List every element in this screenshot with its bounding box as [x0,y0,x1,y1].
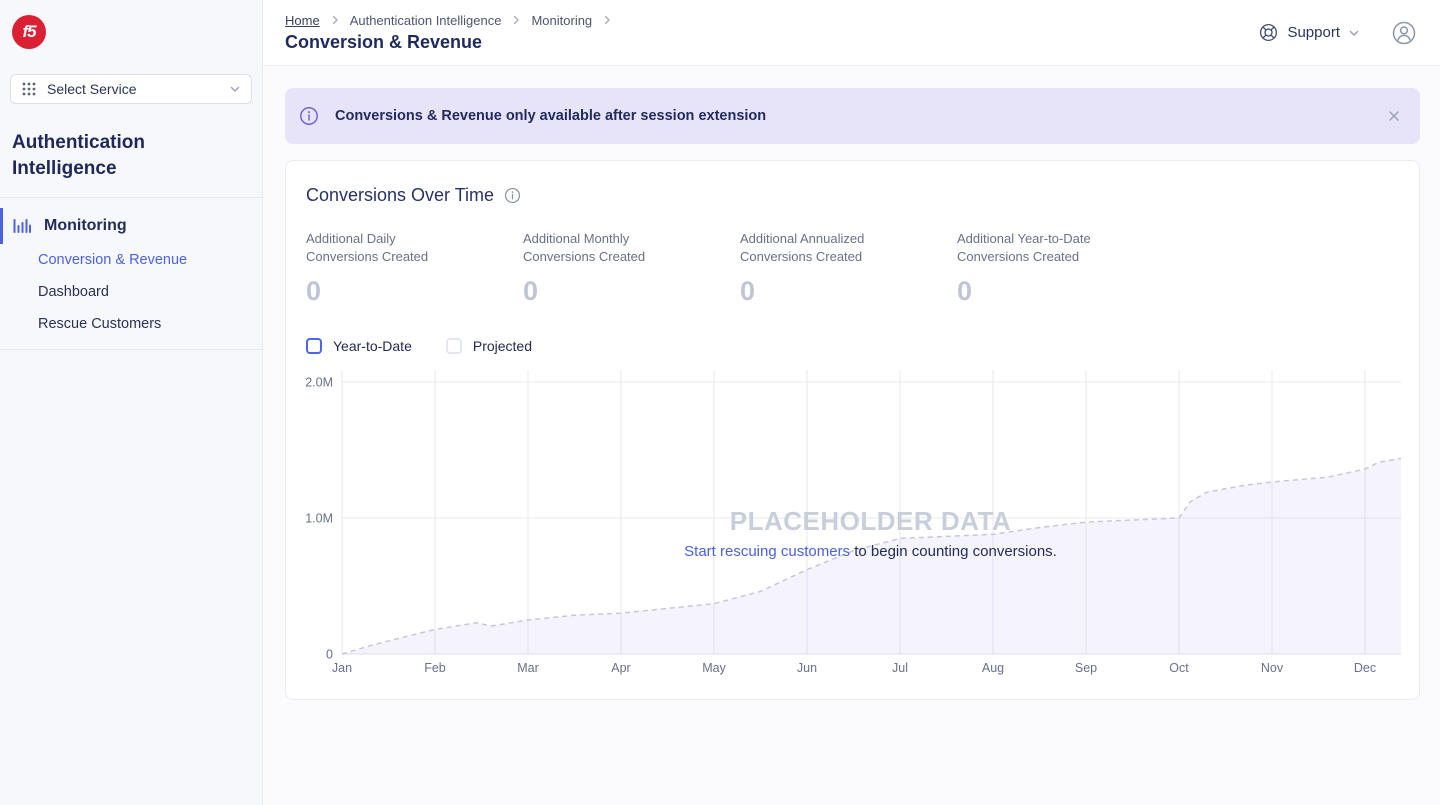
service-selector-label: Select Service [47,81,136,97]
conversions-chart: Jan Feb Mar Apr May Jun Jul Aug Sep Oct Nov Dec 0 1.0… [306,370,1399,687]
header-left: Home Authentication Intelligence Monitor… [285,13,613,53]
x-axis-label: Feb [424,661,446,675]
lifebuoy-icon [1258,22,1279,43]
page-content: Conversions & Revenue only available aft… [263,66,1440,805]
stat-additional-monthly: Additional Monthly Conversions Created 0 [523,230,740,307]
stat-label: Additional Annualized Conversions Create… [740,230,900,266]
sidebar-section-monitoring[interactable]: Monitoring [0,208,262,244]
chart-placeholder-overlay: PLACEHOLDER DATA Start rescuing customer… [342,506,1399,560]
grid-icon [21,81,37,97]
page-title: Conversion & Revenue [285,32,613,53]
f5-logo: f5 [12,15,46,49]
x-axis-label: Dec [1354,661,1376,675]
x-axis-label: Jun [797,661,817,675]
y-axis-label: 0 [326,648,333,662]
y-axis-label: 1.0M [306,512,333,526]
stat-label: Additional Daily Conversions Created [306,230,466,266]
stats-row: Additional Daily Conversions Created 0 A… [306,230,1399,307]
chevron-right-icon [510,14,522,26]
stat-value: 0 [957,276,1174,307]
placeholder-title: PLACEHOLDER DATA [342,506,1399,537]
app-root: f5 Select Service Authentication Intelli… [0,0,1440,805]
breadcrumb-auth-intelligence[interactable]: Authentication Intelligence [350,13,502,28]
y-axis-label: 2.0M [306,376,333,390]
sidebar: f5 Select Service Authentication Intelli… [0,0,263,805]
x-axis-label: Jul [892,661,908,675]
info-icon [299,106,319,126]
x-axis-label: Sep [1075,661,1097,675]
chevron-down-icon [229,83,241,95]
sidebar-section-label: Monitoring [44,217,127,235]
banner-message: Conversions & Revenue only available aft… [335,108,766,124]
projected-checkbox[interactable] [446,338,462,354]
x-axis-label: May [702,661,726,675]
start-rescuing-customers-link[interactable]: Start rescuing customers [684,543,850,560]
stat-additional-annualized: Additional Annualized Conversions Create… [740,230,957,307]
support-label: Support [1287,24,1340,41]
filter-label: Year-to-Date [333,338,412,354]
f5-logo-text: f5 [22,22,35,42]
stat-value: 0 [523,276,740,307]
close-icon[interactable] [1388,110,1400,122]
filter-year-to-date: Year-to-Date [306,338,412,354]
chevron-right-icon [329,14,341,26]
info-icon[interactable] [504,187,521,204]
conversions-over-time-card: Conversions Over Time Additional Daily C… [285,160,1420,700]
x-axis-label: Nov [1261,661,1284,675]
stat-label: Additional Year-to-Date Conversions Crea… [957,230,1117,266]
card-title: Conversions Over Time [306,185,494,206]
breadcrumb-home-link[interactable]: Home [285,13,320,28]
stat-value: 0 [740,276,957,307]
user-avatar-button[interactable] [1390,19,1418,47]
stat-additional-ytd: Additional Year-to-Date Conversions Crea… [957,230,1174,307]
x-axis-label: Mar [517,661,539,675]
support-menu[interactable]: Support [1258,22,1360,43]
stat-value: 0 [306,276,523,307]
placeholder-note-rest: to begin counting conversions. [850,543,1057,560]
sidebar-app-title: Authentication Intelligence [12,130,246,182]
header-right: Support [1258,19,1418,47]
x-axis-label: Jan [332,661,352,675]
stat-additional-daily: Additional Daily Conversions Created 0 [306,230,523,307]
year-to-date-checkbox[interactable] [306,338,322,354]
stat-label: Additional Monthly Conversions Created [523,230,683,266]
placeholder-note: Start rescuing customers to begin counti… [342,543,1399,560]
breadcrumb-monitoring[interactable]: Monitoring [531,13,592,28]
sidebar-item-rescue-customers[interactable]: Rescue Customers [0,308,262,340]
main-area: Home Authentication Intelligence Monitor… [263,0,1440,805]
page-header: Home Authentication Intelligence Monitor… [263,0,1440,66]
chart-filters: Year-to-Date Projected [306,338,1399,354]
sidebar-item-conversion-revenue[interactable]: Conversion & Revenue [0,244,262,276]
breadcrumb: Home Authentication Intelligence Monitor… [285,13,613,28]
chevron-down-icon [1348,27,1360,39]
x-axis-label: Apr [611,661,630,675]
filter-label: Projected [473,338,532,354]
bar-chart-icon [12,216,32,236]
x-axis-label: Aug [982,661,1004,675]
filter-projected: Projected [446,338,532,354]
x-axis-label: Oct [1169,661,1189,675]
sidebar-divider [0,197,262,198]
sidebar-item-dashboard[interactable]: Dashboard [0,276,262,308]
chevron-right-icon [601,14,613,26]
sidebar-divider [0,349,262,350]
info-banner: Conversions & Revenue only available aft… [285,88,1420,144]
service-selector[interactable]: Select Service [10,74,252,104]
